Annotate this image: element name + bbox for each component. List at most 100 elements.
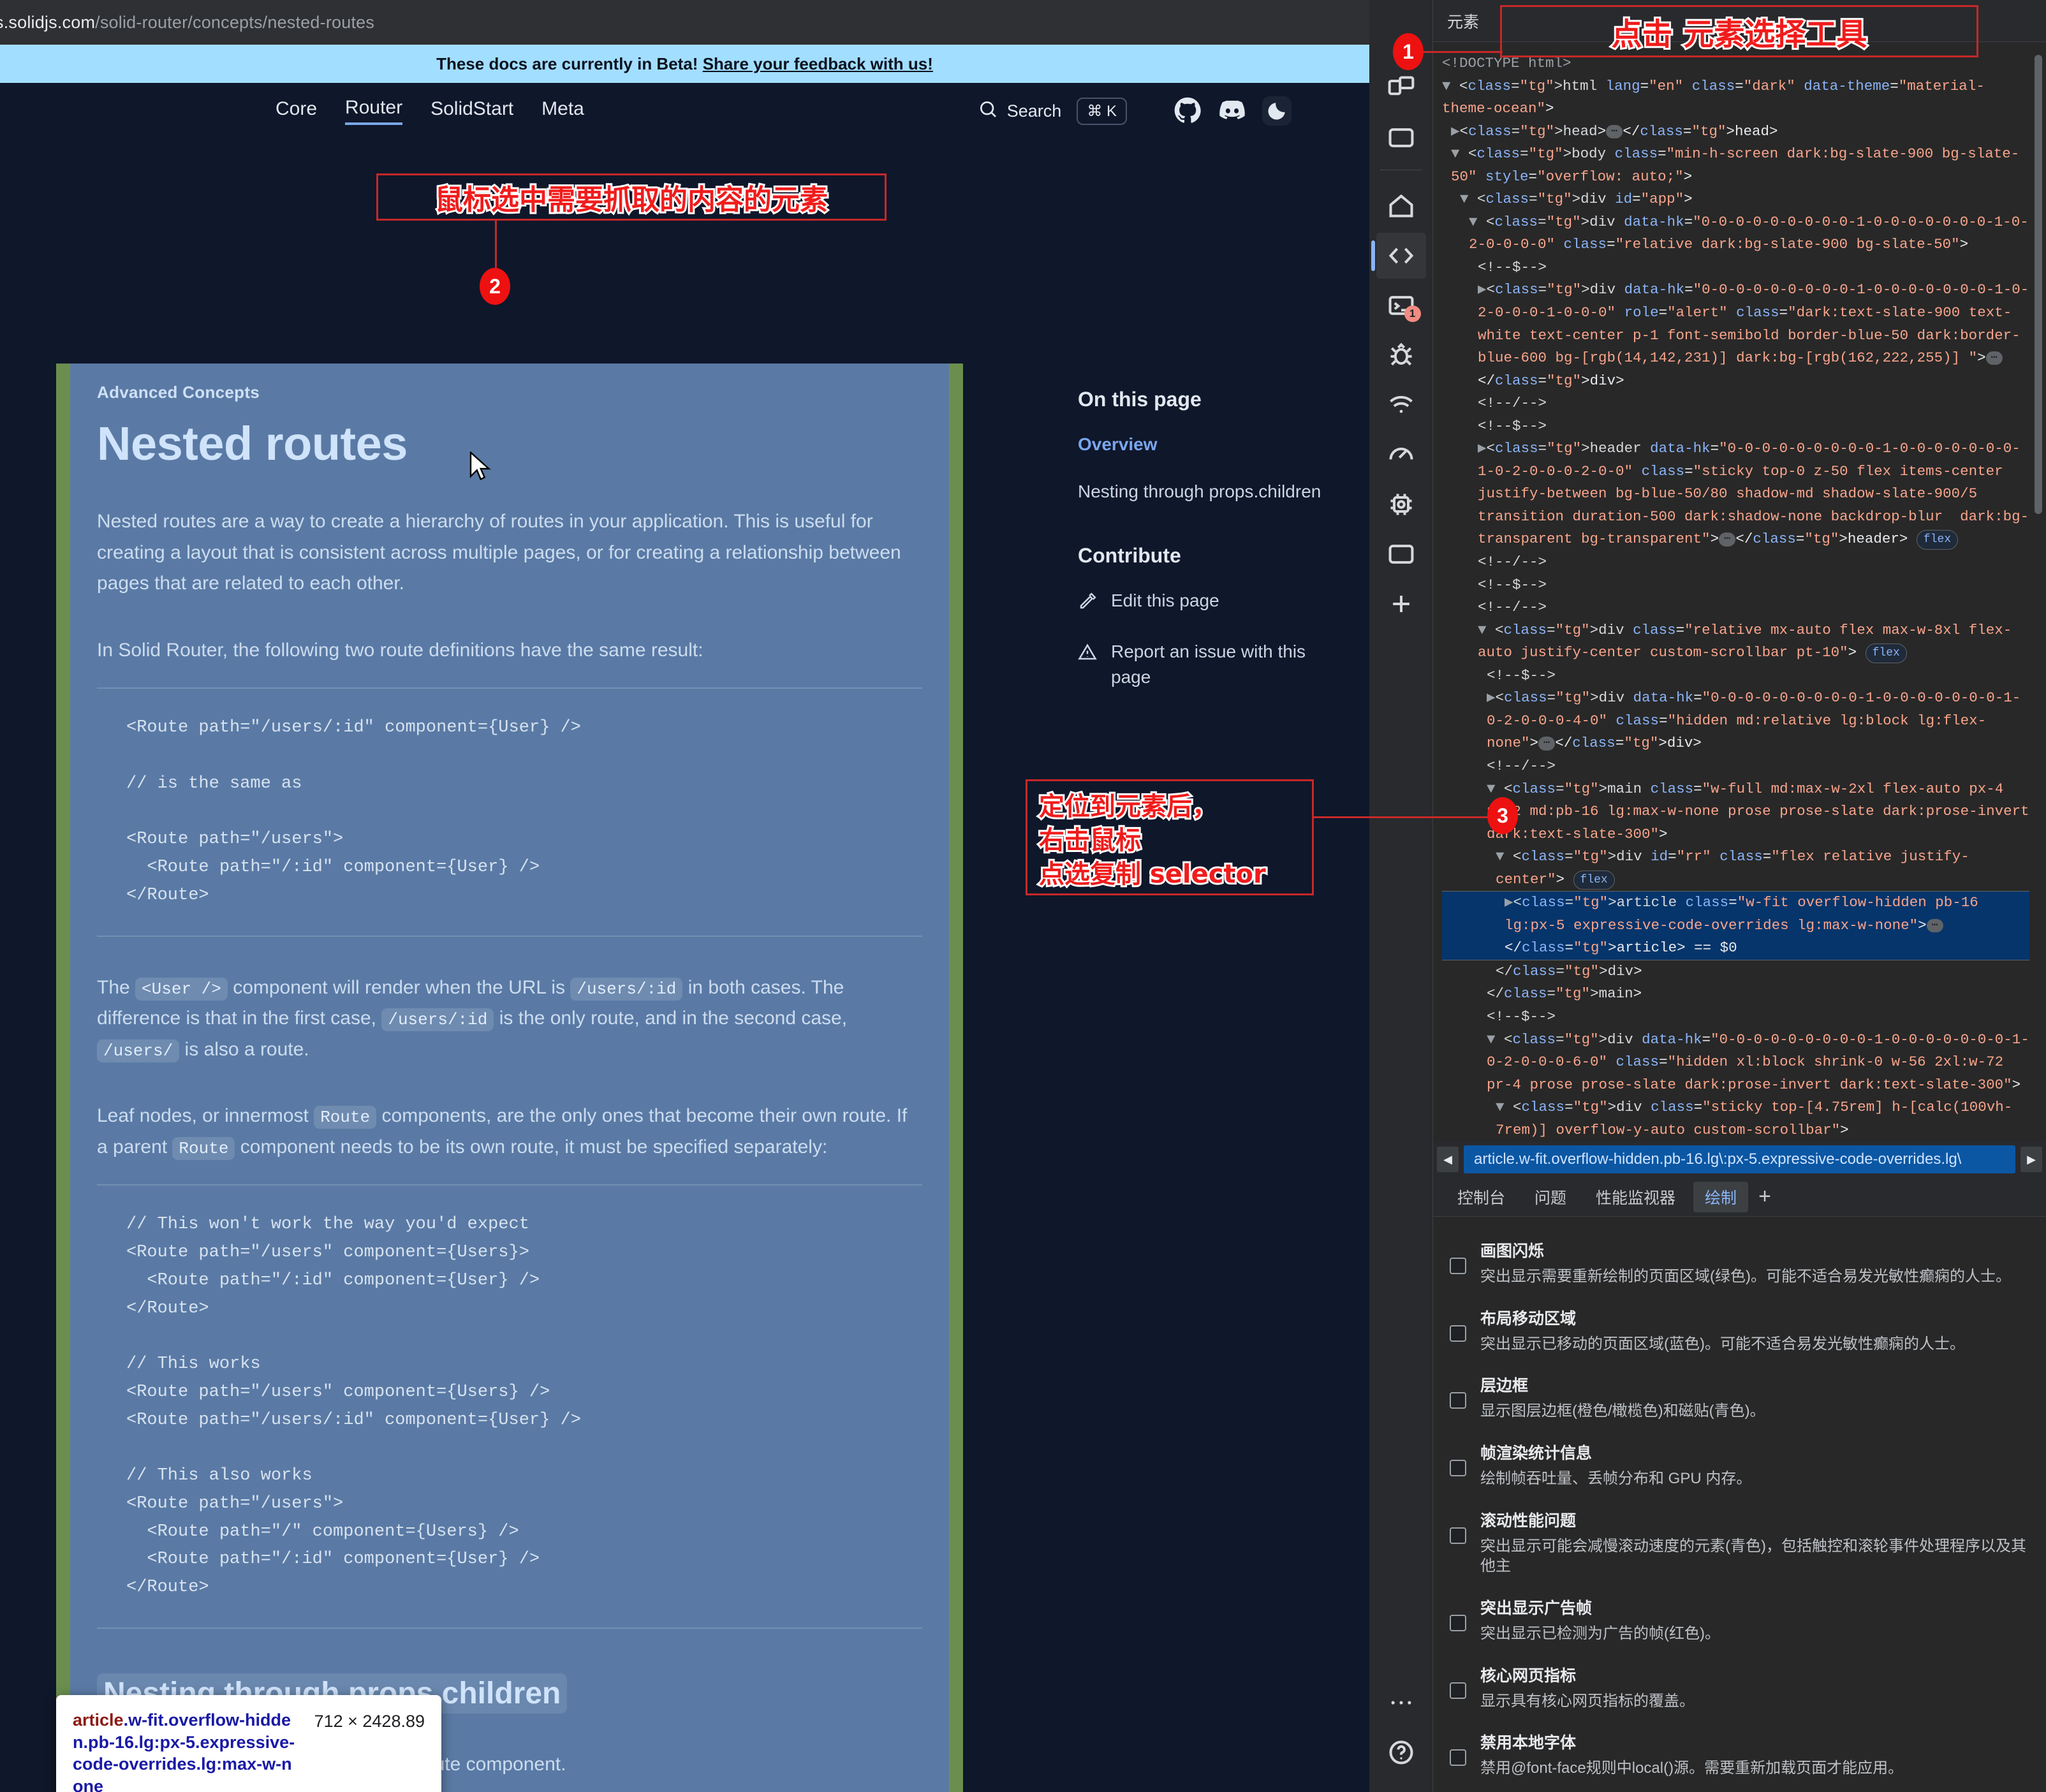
rendering-option-title: 帧渲染统计信息 bbox=[1480, 1444, 1593, 1463]
moon-icon[interactable] bbox=[1262, 96, 1292, 126]
elements-code-icon[interactable] bbox=[1371, 233, 1426, 279]
dock-panel-icon[interactable] bbox=[1376, 115, 1426, 161]
rendering-option: 布局移动区域 突出显示已移动的页面区域(蓝色)。可能不适合易发光敏性癫痫的人士。 bbox=[1450, 1306, 2029, 1355]
inline-code-users: /users/ bbox=[97, 1039, 180, 1062]
dom-tree-line[interactable]: <!--/--> bbox=[1442, 596, 2029, 619]
dom-tree-line[interactable]: <!--$--> bbox=[1442, 574, 2029, 597]
dom-tree-line[interactable]: ▼ <class="tg">html lang="en" class="dark… bbox=[1442, 75, 2029, 121]
rendering-option: 滚动性能问题 突出显示可能会减慢滚动速度的元素(青色)，包括触控和滚轮事件处理程序… bbox=[1450, 1508, 2029, 1576]
dom-tree-line[interactable]: ▼ <class="tg">div id="app"> bbox=[1442, 188, 2029, 211]
device-toolbar-icon[interactable] bbox=[1376, 65, 1426, 111]
breadcrumb-next-button[interactable]: ▶ bbox=[2020, 1147, 2042, 1172]
inline-code-route-2: Route bbox=[172, 1136, 235, 1160]
dom-tree-line[interactable]: ▼ <class="tg">div class="sticky top-[4.7… bbox=[1442, 1096, 2029, 1142]
console-icon[interactable]: 1 bbox=[1376, 283, 1426, 328]
help-icon[interactable] bbox=[1376, 1730, 1426, 1775]
dom-tree-line[interactable]: <!--/--> bbox=[1442, 392, 2029, 415]
dom-tree-line[interactable]: </class="tg">main> bbox=[1442, 983, 2029, 1006]
tooltip-dimensions: 712 × 2428.89 bbox=[314, 1712, 425, 1731]
dom-tree-line[interactable]: <!--/--> bbox=[1442, 755, 2029, 778]
drawer-tab-rendering[interactable]: 绘制 bbox=[1693, 1181, 1749, 1212]
contribute-title: Contribute bbox=[1078, 543, 1181, 567]
rendering-option-title: 层边框 bbox=[1480, 1377, 1529, 1395]
dom-tree-line[interactable]: ▼ <class="tg">div data-hk="0-0-0-0-0-0-0… bbox=[1442, 1029, 2029, 1097]
tab-elements[interactable]: 元素 bbox=[1447, 10, 1479, 33]
dom-tree-line[interactable]: </class="tg">div> bbox=[1442, 960, 2029, 983]
dom-tree-line[interactable]: <!--$--> bbox=[1442, 415, 2029, 438]
drawer-tab-console[interactable]: 控制台 bbox=[1446, 1182, 1517, 1212]
inline-code-users-id-1: /users/:id bbox=[570, 977, 683, 1001]
more-options-icon[interactable] bbox=[1376, 1680, 1426, 1726]
drawer-add-tab-icon[interactable]: + bbox=[1758, 1184, 1771, 1209]
dom-tree-line[interactable]: ▶<class="tg">div data-hk="0-0-0-0-0-0-0-… bbox=[1442, 279, 2029, 392]
address-bar[interactable]: s.solidjs.com/solid-router/concepts/nest… bbox=[0, 0, 1369, 45]
screenshot-root: s.solidjs.com/solid-router/concepts/nest… bbox=[0, 0, 2046, 1792]
dom-tree-line-selected[interactable]: ▶<class="tg">article class="w-fit overfl… bbox=[1442, 891, 2029, 960]
annotation-badge-1: 1 bbox=[1393, 33, 1424, 70]
rendering-option-checkbox[interactable] bbox=[1450, 1258, 1466, 1274]
rendering-option-checkbox[interactable] bbox=[1450, 1615, 1466, 1632]
annotation-3: 定位到元素后， 右击鼠标 点选复制 selector bbox=[1026, 779, 1314, 895]
mouse-cursor-icon bbox=[469, 450, 492, 485]
memory-chip-icon[interactable] bbox=[1376, 481, 1426, 527]
dom-tree-line[interactable]: <!--$--> bbox=[1442, 256, 2029, 279]
discord-icon[interactable] bbox=[1218, 96, 1247, 126]
dom-tree-line[interactable]: ▼ <class="tg">div class="relative mx-aut… bbox=[1442, 619, 2029, 665]
nav-item-solidstart[interactable]: SolidStart bbox=[431, 98, 513, 124]
beta-feedback-link[interactable]: Share your feedback with us! bbox=[703, 54, 933, 74]
drawer-tab-issues[interactable]: 问题 bbox=[1523, 1182, 1578, 1212]
breadcrumb-prev-button[interactable]: ◀ bbox=[1437, 1147, 1459, 1172]
devtools-panel: 1 元素 <!DOCTYPE html> ▼ <class="tg">html … bbox=[1369, 0, 2046, 1792]
dom-tree-scrollbar[interactable] bbox=[2035, 55, 2042, 514]
dom-tree-line[interactable]: ▶<class="tg">div data-hk="0-0-0-0-0-0-0-… bbox=[1442, 687, 2029, 755]
rendering-option-checkbox[interactable] bbox=[1450, 1682, 1466, 1699]
contribute-edit-page[interactable]: Edit this page bbox=[1078, 588, 1333, 618]
rendering-option: 核心网页指标 显示具有核心网页指标的覆盖。 bbox=[1450, 1663, 2029, 1712]
article-paragraph-2: In Solid Router, the following two route… bbox=[97, 639, 703, 661]
rendering-option-checkbox[interactable] bbox=[1450, 1392, 1466, 1409]
element-inspector-tooltip: article.w-fit.overflow-hidden.pb-16.lg:p… bbox=[56, 1695, 441, 1792]
rendering-option-checkbox[interactable] bbox=[1450, 1527, 1466, 1544]
dom-tree-line[interactable]: ▶<class="tg">head> ⋯ </class="tg">head> bbox=[1442, 121, 2029, 143]
rendering-option-checkbox[interactable] bbox=[1450, 1325, 1466, 1342]
drawer-tab-performance-monitor[interactable]: 性能监视器 bbox=[1584, 1182, 1687, 1212]
dom-tree-line[interactable]: ▼ <class="tg">body class="min-h-screen d… bbox=[1442, 143, 2029, 188]
performance-gauge-icon[interactable] bbox=[1376, 432, 1426, 478]
toc-item-nesting-props-children[interactable]: Nesting through props.children bbox=[1078, 479, 1333, 504]
github-icon[interactable] bbox=[1173, 96, 1202, 126]
nav-item-meta[interactable]: Meta bbox=[541, 98, 584, 124]
dom-tree-view[interactable]: <!DOCTYPE html> ▼ <class="tg">html lang="… bbox=[1433, 42, 2046, 1142]
application-panel-icon[interactable] bbox=[1376, 531, 1426, 577]
search-button[interactable]: Search bbox=[978, 99, 1062, 124]
page-title: Nested routes bbox=[97, 417, 408, 470]
dom-breadcrumb-bar: ◀ article.w-fit.overflow-hidden.pb-16.lg… bbox=[1433, 1142, 2046, 1177]
rendering-option-title: 禁用本地字体 bbox=[1480, 1734, 1577, 1752]
nav-item-router[interactable]: Router bbox=[345, 97, 403, 125]
url-path: /solid-router/concepts/nested-routes bbox=[95, 12, 375, 32]
search-icon bbox=[978, 99, 998, 124]
dom-tree-line[interactable]: <!--$--> bbox=[1442, 1006, 2029, 1029]
article-paragraph-3: The <User /> component will render when … bbox=[97, 973, 922, 1066]
bug-icon[interactable] bbox=[1376, 332, 1426, 378]
article-eyebrow: Advanced Concepts bbox=[97, 383, 260, 402]
search-label: Search bbox=[1006, 101, 1062, 121]
nav-item-core[interactable]: Core bbox=[276, 98, 317, 124]
dom-tree-line[interactable]: ▼ <class="tg">div id="rr" class="flex re… bbox=[1442, 846, 2029, 891]
toc-item-overview[interactable]: Overview bbox=[1078, 432, 1333, 457]
dom-tree-line[interactable]: <!--/--> bbox=[1442, 551, 2029, 574]
dom-tree-line[interactable]: ▶<class="tg">header data-hk="0-0-0-0-0-0… bbox=[1442, 437, 2029, 551]
network-icon[interactable] bbox=[1376, 382, 1426, 428]
rendering-option-checkbox[interactable] bbox=[1450, 1460, 1466, 1477]
dom-tree-line[interactable]: <!--$--> bbox=[1442, 665, 2029, 687]
warning-triangle-icon bbox=[1078, 639, 1097, 669]
contribute-report-issue[interactable]: Report an issue with this page bbox=[1078, 639, 1333, 690]
padding-overlay-left bbox=[56, 364, 70, 1792]
rendering-option-checkbox[interactable] bbox=[1450, 1749, 1466, 1766]
home-icon[interactable] bbox=[1376, 183, 1426, 229]
rendering-option-title: 核心网页指标 bbox=[1480, 1666, 1577, 1685]
dom-tree-line[interactable]: ▼ <class="tg">main class="w-full md:max-… bbox=[1442, 778, 2029, 846]
dom-tree-line[interactable]: ▼ <class="tg">div data-hk="0-0-0-0-0-0-0… bbox=[1442, 211, 2029, 256]
breadcrumb-selector[interactable]: article.w-fit.overflow-hidden.pb-16.lg\:… bbox=[1464, 1145, 2015, 1173]
rendering-option-description: 禁用@font-face规则中local()源。需要重新加载页面才能应用。 bbox=[1480, 1759, 1904, 1777]
add-panel-icon[interactable] bbox=[1376, 581, 1426, 627]
